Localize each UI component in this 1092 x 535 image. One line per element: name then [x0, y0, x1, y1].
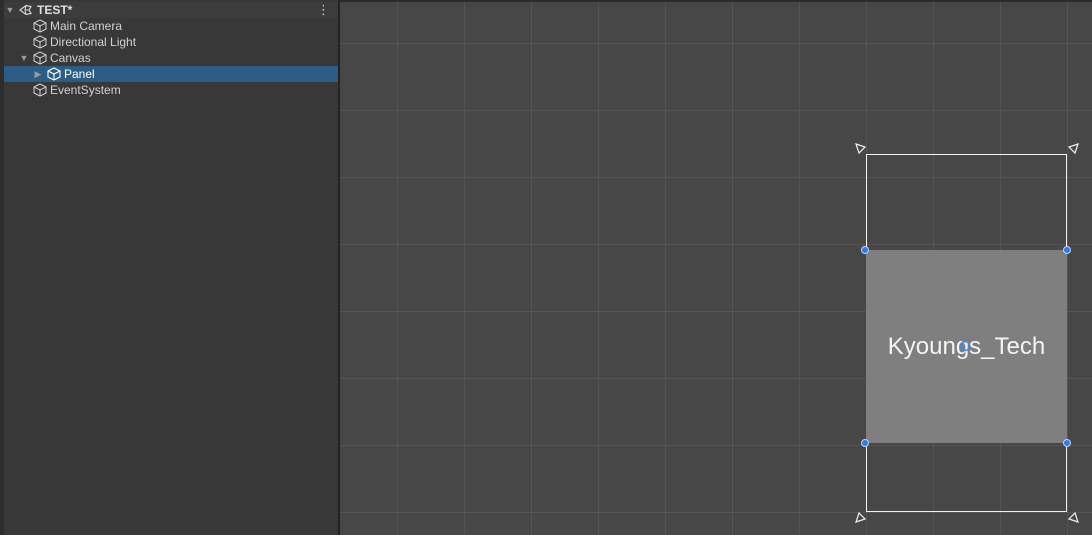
hierarchy-item-eventsystem[interactable]: EventSystem — [4, 82, 338, 98]
gameobject-cube-icon — [33, 51, 47, 65]
hierarchy-item-label: Directional Light — [50, 35, 137, 49]
hierarchy-item-canvas[interactable]: ▼ Canvas — [4, 50, 338, 66]
resize-handle-top-left[interactable] — [861, 246, 869, 254]
hierarchy-item-label: EventSystem — [50, 83, 121, 97]
scene-name: TEST* — [37, 3, 73, 17]
collapsed-arrow-icon[interactable]: ▶ — [33, 66, 43, 82]
scene-header[interactable]: ▼ TEST* ⋮ — [4, 2, 338, 18]
hierarchy-panel: ▼ TEST* ⋮ Main Camera Directional Light … — [0, 0, 338, 535]
kebab-menu-icon[interactable]: ⋮ — [317, 2, 330, 18]
gameobject-cube-icon — [33, 35, 47, 49]
resize-handle-bottom-left[interactable] — [861, 439, 869, 447]
scene-top-border — [340, 0, 1092, 2]
pivot-icon[interactable] — [958, 339, 972, 353]
hierarchy-item-panel[interactable]: ▶ Panel — [4, 66, 338, 82]
gameobject-cube-icon — [47, 67, 61, 81]
gameobject-cube-icon — [33, 19, 47, 33]
hierarchy-item-label: Panel — [64, 67, 95, 81]
scene-view[interactable]: Kyoungs_Tech — [340, 0, 1092, 535]
anchor-top-left-icon[interactable] — [853, 141, 867, 155]
hierarchy-item-label: Canvas — [50, 51, 91, 65]
hierarchy-item-main-camera[interactable]: Main Camera — [4, 18, 338, 34]
expand-arrow-icon[interactable]: ▼ — [19, 50, 29, 66]
unity-scene-icon — [19, 4, 32, 16]
gameobject-cube-icon — [33, 83, 47, 97]
anchor-bottom-right-icon[interactable] — [1067, 511, 1081, 525]
hierarchy-item-label: Main Camera — [50, 19, 123, 33]
resize-handle-top-right[interactable] — [1063, 246, 1071, 254]
anchor-bottom-left-icon[interactable] — [853, 511, 867, 525]
resize-handle-bottom-right[interactable] — [1063, 439, 1071, 447]
anchor-top-right-icon[interactable] — [1067, 141, 1081, 155]
hierarchy-item-directional-light[interactable]: Directional Light — [4, 34, 338, 50]
expand-arrow-icon[interactable]: ▼ — [5, 2, 15, 18]
